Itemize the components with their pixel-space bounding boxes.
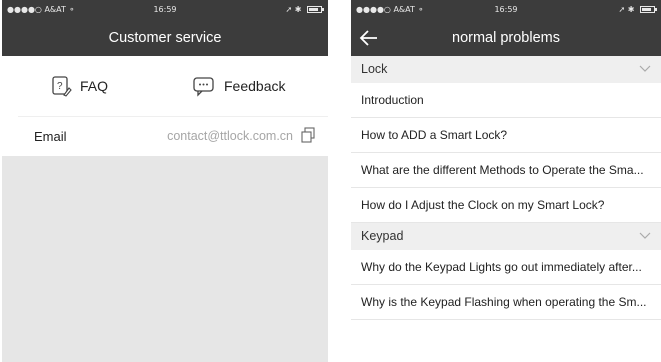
section-header-keypad[interactable]: Keypad bbox=[351, 223, 661, 250]
status-bar: ●●●●○ A&AT ⚬ 16:59 ➚ ✱ bbox=[351, 0, 661, 20]
list-item[interactable]: How do I Adjust the Clock on my Smart Lo… bbox=[351, 188, 661, 223]
list-item[interactable]: Why do the Keypad Lights go out immediat… bbox=[351, 250, 661, 285]
customer-service-screen: ●●●●○ A&AT ⚬ 16:59 ➚ ✱ Customer service … bbox=[2, 0, 328, 362]
page-title: Customer service bbox=[108, 30, 222, 46]
faq-icon: ? bbox=[52, 76, 72, 97]
status-bar: ●●●●○ A&AT ⚬ 16:59 ➚ ✱ bbox=[2, 0, 328, 20]
feedback-icon bbox=[193, 77, 214, 97]
nav-bar: normal problems bbox=[351, 20, 661, 56]
email-row[interactable]: Email contact@ttlock.com.cn bbox=[18, 116, 328, 156]
clock: 16:59 bbox=[153, 5, 177, 14]
battery-icon bbox=[307, 6, 324, 13]
email-label: Email bbox=[34, 129, 67, 144]
svg-text:?: ? bbox=[57, 81, 63, 92]
normal-problems-screen: ●●●●○ A&AT ⚬ 16:59 ➚ ✱ normal problems L… bbox=[351, 0, 661, 362]
content-area: ? FAQ Feedback Email contact@ttlock.com.… bbox=[2, 56, 328, 362]
faq-list: Lock Introduction How to ADD a Smart Loc… bbox=[351, 56, 661, 320]
list-item[interactable]: How to ADD a Smart Lock? bbox=[351, 118, 661, 153]
list-item[interactable]: What are the different Methods to Operat… bbox=[351, 153, 661, 188]
section-title: Lock bbox=[361, 62, 388, 76]
tabs-row: ? FAQ Feedback bbox=[2, 56, 328, 116]
chevron-down-icon bbox=[639, 232, 651, 239]
bluetooth-icon: ✱ bbox=[294, 5, 302, 14]
clock: 16:59 bbox=[494, 5, 518, 14]
feedback-button[interactable]: Feedback bbox=[192, 74, 285, 98]
list-item[interactable]: Why is the Keypad Flashing when operatin… bbox=[351, 285, 661, 320]
feedback-label: Feedback bbox=[224, 78, 286, 94]
battery-icon bbox=[640, 6, 657, 13]
back-arrow-icon bbox=[359, 30, 377, 46]
faq-button[interactable]: ? FAQ bbox=[50, 74, 108, 98]
email-value: contact@ttlock.com.cn bbox=[167, 129, 293, 143]
chevron-down-icon bbox=[639, 65, 651, 72]
back-button[interactable] bbox=[359, 20, 389, 56]
location-icon: ➚ bbox=[618, 5, 626, 14]
location-icon: ➚ bbox=[285, 5, 293, 14]
nav-bar: Customer service bbox=[2, 20, 328, 56]
faq-label: FAQ bbox=[80, 78, 109, 94]
list-item[interactable]: Introduction bbox=[351, 83, 661, 118]
section-header-lock[interactable]: Lock bbox=[351, 56, 661, 83]
copy-icon[interactable] bbox=[300, 127, 316, 143]
section-title: Keypad bbox=[361, 229, 404, 243]
page-title: normal problems bbox=[452, 30, 560, 46]
bluetooth-icon: ✱ bbox=[627, 5, 635, 14]
